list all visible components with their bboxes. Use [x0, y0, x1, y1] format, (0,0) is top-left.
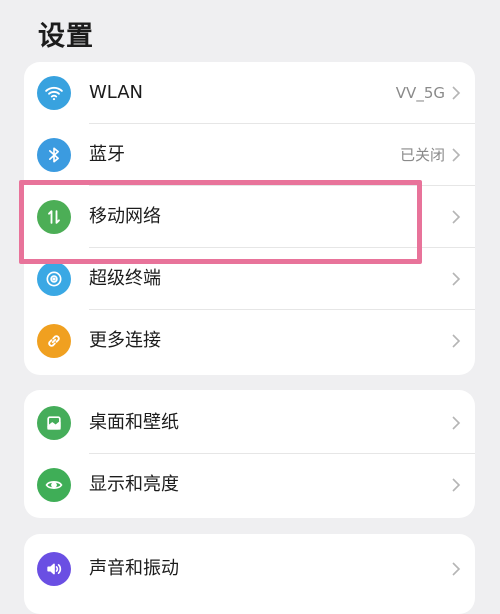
wifi-icon: [37, 76, 71, 110]
eye-icon: [37, 468, 71, 502]
chevron-right-icon: [452, 334, 461, 348]
chevron-right-icon: [452, 272, 461, 286]
page-title: 设置: [38, 21, 94, 52]
sound-card: 声音和振动: [24, 534, 475, 614]
mobile-data-icon: [37, 200, 71, 234]
settings-item-bluetooth[interactable]: 蓝牙 已关闭: [24, 124, 475, 186]
settings-item-label: 显示和亮度: [89, 474, 179, 495]
connectivity-card: WLAN VV_5G 蓝牙 已关闭 移动网络 超级终端 更多连接: [24, 62, 475, 375]
settings-item-mobile-network[interactable]: 移动网络: [24, 186, 475, 248]
super-terminal-icon: [37, 262, 71, 296]
bluetooth-status: 已关闭: [399, 146, 445, 164]
settings-item-super-terminal[interactable]: 超级终端: [24, 248, 475, 310]
chevron-right-icon: [452, 562, 461, 576]
settings-item-label: 蓝牙: [89, 144, 125, 165]
settings-item-display-brightness[interactable]: 显示和亮度: [24, 454, 475, 516]
link-icon: [37, 324, 71, 358]
display-card: 桌面和壁纸 显示和亮度: [24, 390, 475, 518]
chevron-right-icon: [452, 210, 461, 224]
settings-item-label: 桌面和壁纸: [89, 412, 179, 433]
settings-item-label: 超级终端: [89, 268, 161, 289]
settings-item-more-connections[interactable]: 更多连接: [24, 310, 475, 372]
chevron-right-icon: [452, 86, 461, 100]
settings-item-desktop-wallpaper[interactable]: 桌面和壁纸: [24, 392, 475, 454]
chevron-right-icon: [452, 148, 461, 162]
settings-item-label: 移动网络: [89, 206, 161, 227]
settings-item-label: 声音和振动: [89, 558, 179, 579]
wlan-network-name: VV_5G: [395, 84, 445, 102]
speaker-icon: [37, 552, 71, 586]
chevron-right-icon: [452, 416, 461, 430]
image-icon: [37, 406, 71, 440]
bluetooth-icon: [37, 138, 71, 172]
settings-item-label: 更多连接: [89, 330, 161, 351]
settings-item-wlan[interactable]: WLAN VV_5G: [24, 62, 475, 124]
settings-item-label: WLAN: [89, 82, 144, 103]
settings-item-sound-vibration[interactable]: 声音和振动: [24, 538, 475, 600]
chevron-right-icon: [452, 478, 461, 492]
